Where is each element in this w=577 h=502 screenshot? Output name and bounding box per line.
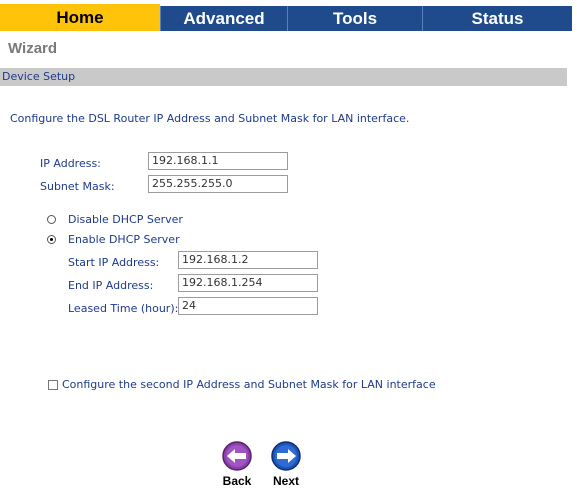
section-header: Device Setup	[0, 68, 567, 86]
ip-address-label: IP Address:	[40, 157, 101, 170]
next-arrow-icon	[271, 441, 301, 471]
tab-advanced[interactable]: Advanced	[160, 6, 287, 31]
end-ip-field[interactable]: 192.168.1.254	[178, 274, 318, 292]
end-ip-label: End IP Address:	[68, 279, 154, 292]
tab-home[interactable]: Home	[0, 4, 160, 31]
subnet-mask-label: Subnet Mask:	[40, 180, 115, 193]
enable-dhcp-radio[interactable]	[47, 235, 56, 244]
next-label[interactable]: Next	[266, 474, 306, 488]
subnet-mask-field[interactable]: 255.255.255.0	[148, 175, 288, 193]
tab-tools[interactable]: Tools	[287, 6, 422, 31]
tab-status[interactable]: Status	[422, 6, 572, 31]
page-description: Configure the DSL Router IP Address and …	[10, 112, 410, 125]
start-ip-label: Start IP Address:	[68, 256, 160, 269]
page-title: Wizard	[8, 40, 58, 57]
enable-dhcp-label: Enable DHCP Server	[68, 233, 180, 246]
start-ip-field[interactable]: 192.168.1.2	[178, 251, 318, 269]
ip-address-field[interactable]: 192.168.1.1	[148, 152, 288, 170]
back-arrow-icon	[222, 441, 252, 471]
disable-dhcp-label: Disable DHCP Server	[68, 213, 183, 226]
second-ip-checkbox[interactable]	[48, 380, 58, 390]
back-label[interactable]: Back	[217, 474, 257, 488]
leased-time-field[interactable]: 24	[178, 297, 318, 315]
main-tab-bar: Home Advanced Tools Status	[0, 0, 577, 31]
second-ip-label: Configure the second IP Address and Subn…	[62, 378, 436, 391]
leased-time-label: Leased Time (hour):	[68, 302, 179, 315]
disable-dhcp-radio[interactable]	[47, 215, 56, 224]
